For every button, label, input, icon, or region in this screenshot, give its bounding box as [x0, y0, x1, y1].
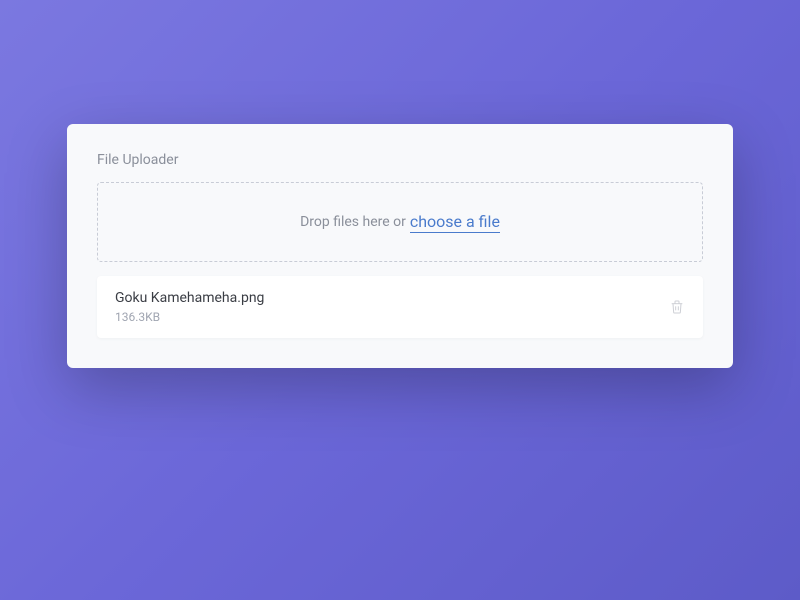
dropzone-text: Drop files here or [300, 214, 406, 230]
file-name: Goku Kamehameha.png [115, 290, 264, 306]
trash-icon[interactable] [669, 298, 685, 316]
file-info: Goku Kamehameha.png 136.3KB [115, 290, 264, 324]
uploader-title: File Uploader [97, 152, 703, 168]
uploaded-file-row: Goku Kamehameha.png 136.3KB [97, 276, 703, 338]
dropzone[interactable]: Drop files here or choose a file [97, 182, 703, 262]
uploader-card: File Uploader Drop files here or choose … [67, 124, 733, 368]
choose-file-link[interactable]: choose a file [410, 212, 500, 233]
file-size: 136.3KB [115, 310, 264, 324]
